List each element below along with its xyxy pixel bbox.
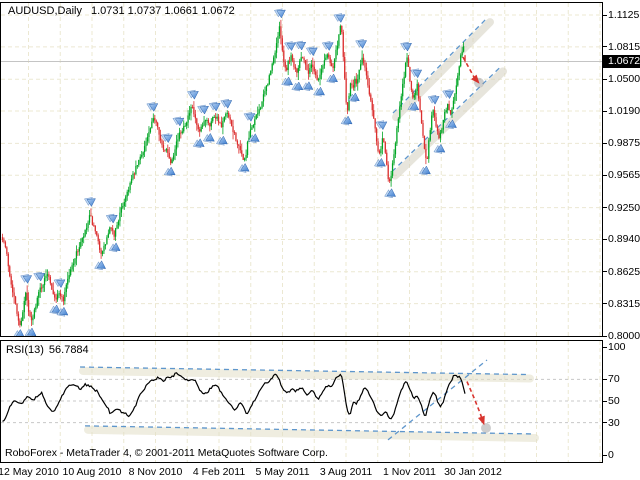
price-axis-label: 1.0190 <box>608 105 640 117</box>
price-axis-label: 1.1125 <box>608 9 639 21</box>
rsi-axis-label: 100 <box>608 341 626 353</box>
price-axis-tick <box>602 207 607 208</box>
chart-title: AUDUSD,Daily 1.0731 1.0737 1.0661 1.0672 <box>8 5 235 17</box>
rsi-axis-tick <box>602 347 607 348</box>
rsi-axis-label: 0 <box>608 449 614 461</box>
price-axis-tick <box>602 46 607 47</box>
price-axis-label: 0.8940 <box>608 233 640 245</box>
price-axis-tick <box>602 271 607 272</box>
date-axis-label: 30 Jan 2012 <box>435 466 511 478</box>
copyright-watermark: RoboForex - MetaTrader 4, © 2001-2011 Me… <box>5 447 328 459</box>
price-axis-tick <box>602 303 607 304</box>
price-axis-tick <box>602 175 607 176</box>
price-axis-label: 1.0500 <box>608 73 640 85</box>
rsi-axis-tick <box>602 455 607 456</box>
price-axis-tick <box>602 79 607 80</box>
rsi-axis-tick <box>602 379 607 380</box>
chart-window: AUDUSD,Daily1.0731 1.0737 1.0661 1.0672 … <box>0 0 640 480</box>
price-axis-tick <box>602 336 607 337</box>
price-axis-label: 0.9875 <box>608 137 640 149</box>
symbol-period-label: AUDUSD,Daily <box>8 5 82 17</box>
rsi-value: 56.7884 <box>49 344 89 356</box>
rsi-axis-label: 30 <box>608 417 620 429</box>
chart-canvas[interactable] <box>0 0 640 480</box>
price-axis-tick <box>602 111 607 112</box>
rsi-axis-label: 70 <box>608 373 620 385</box>
price-axis-tick <box>602 143 607 144</box>
panel-borders <box>1 3 603 463</box>
price-axis-label: 0.9250 <box>608 202 640 214</box>
rsi-indicator-label: RSI(13) 56.7884 <box>6 344 89 356</box>
price-axis-label: 0.8315 <box>608 298 640 310</box>
price-axis-label: 0.9565 <box>608 169 640 181</box>
price-axis-label: 0.8625 <box>608 266 640 278</box>
rsi-axis-tick <box>602 401 607 402</box>
rsi-name: RSI(13) <box>6 344 44 356</box>
ohlc-quote-label: 1.0731 1.0737 1.0661 1.0672 <box>91 5 235 17</box>
rsi-axis-label: 50 <box>608 395 620 407</box>
rsi-axis-tick <box>602 422 607 423</box>
price-axis-tick <box>602 15 607 16</box>
price-axis-label: 1.0815 <box>608 41 640 53</box>
current-price-tag: 1.0672 <box>602 55 640 68</box>
price-axis-tick <box>602 239 607 240</box>
